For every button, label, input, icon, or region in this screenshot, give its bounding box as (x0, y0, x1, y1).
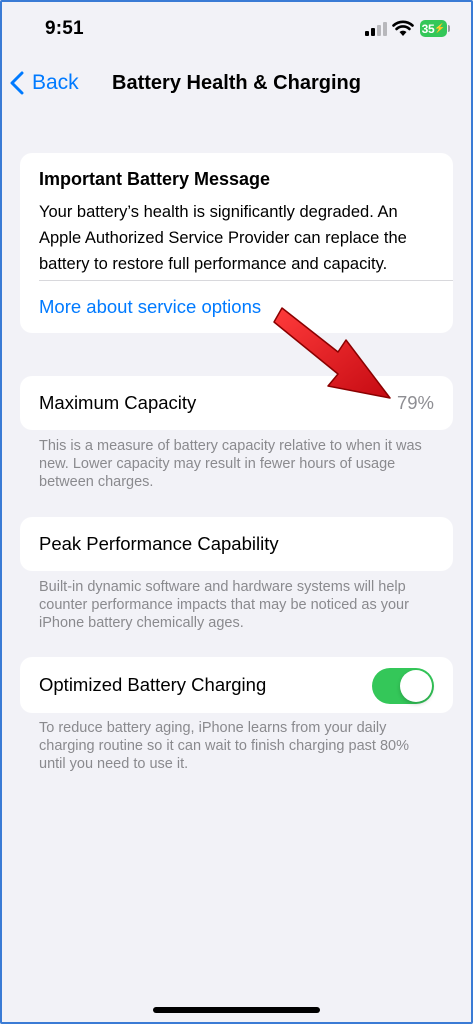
optimized-charging-row: Optimized Battery Charging (20, 657, 453, 713)
optimized-charging-label: Optimized Battery Charging (39, 674, 267, 695)
divider (39, 280, 453, 281)
max-capacity-footer: This is a measure of battery capacity re… (39, 438, 422, 490)
max-capacity-label: Maximum Capacity (39, 392, 197, 413)
service-options-link[interactable]: More about service options (39, 296, 261, 318)
optimized-charging-footer: To reduce battery aging, iPhone learns f… (39, 720, 409, 772)
red-arrow-annotation (273, 307, 391, 399)
status-time: 9:51 (45, 18, 84, 39)
toggle-knob (400, 670, 432, 702)
peak-performance-label: Peak Performance Capability (39, 533, 279, 554)
peak-performance-footer: Built-in dynamic software and hardware s… (39, 579, 409, 631)
message-title: Important Battery Message (39, 169, 271, 189)
message-body: Your battery’s health is significantly d… (39, 203, 407, 273)
battery-level: 35 (421, 21, 435, 36)
status-bar: 9:51 35 ⚡ (0, 0, 473, 60)
home-indicator[interactable] (153, 1007, 320, 1013)
battery-charging-icon: 35 ⚡ (420, 20, 450, 37)
page-title: Battery Health & Charging (112, 72, 361, 94)
navigation-bar: Back Battery Health & Charging (0, 60, 473, 108)
cellular-signal-icon (365, 22, 387, 36)
peak-performance-row[interactable]: Peak Performance Capability (20, 517, 453, 571)
wifi-icon (392, 19, 414, 37)
optimized-charging-toggle[interactable] (372, 668, 434, 704)
